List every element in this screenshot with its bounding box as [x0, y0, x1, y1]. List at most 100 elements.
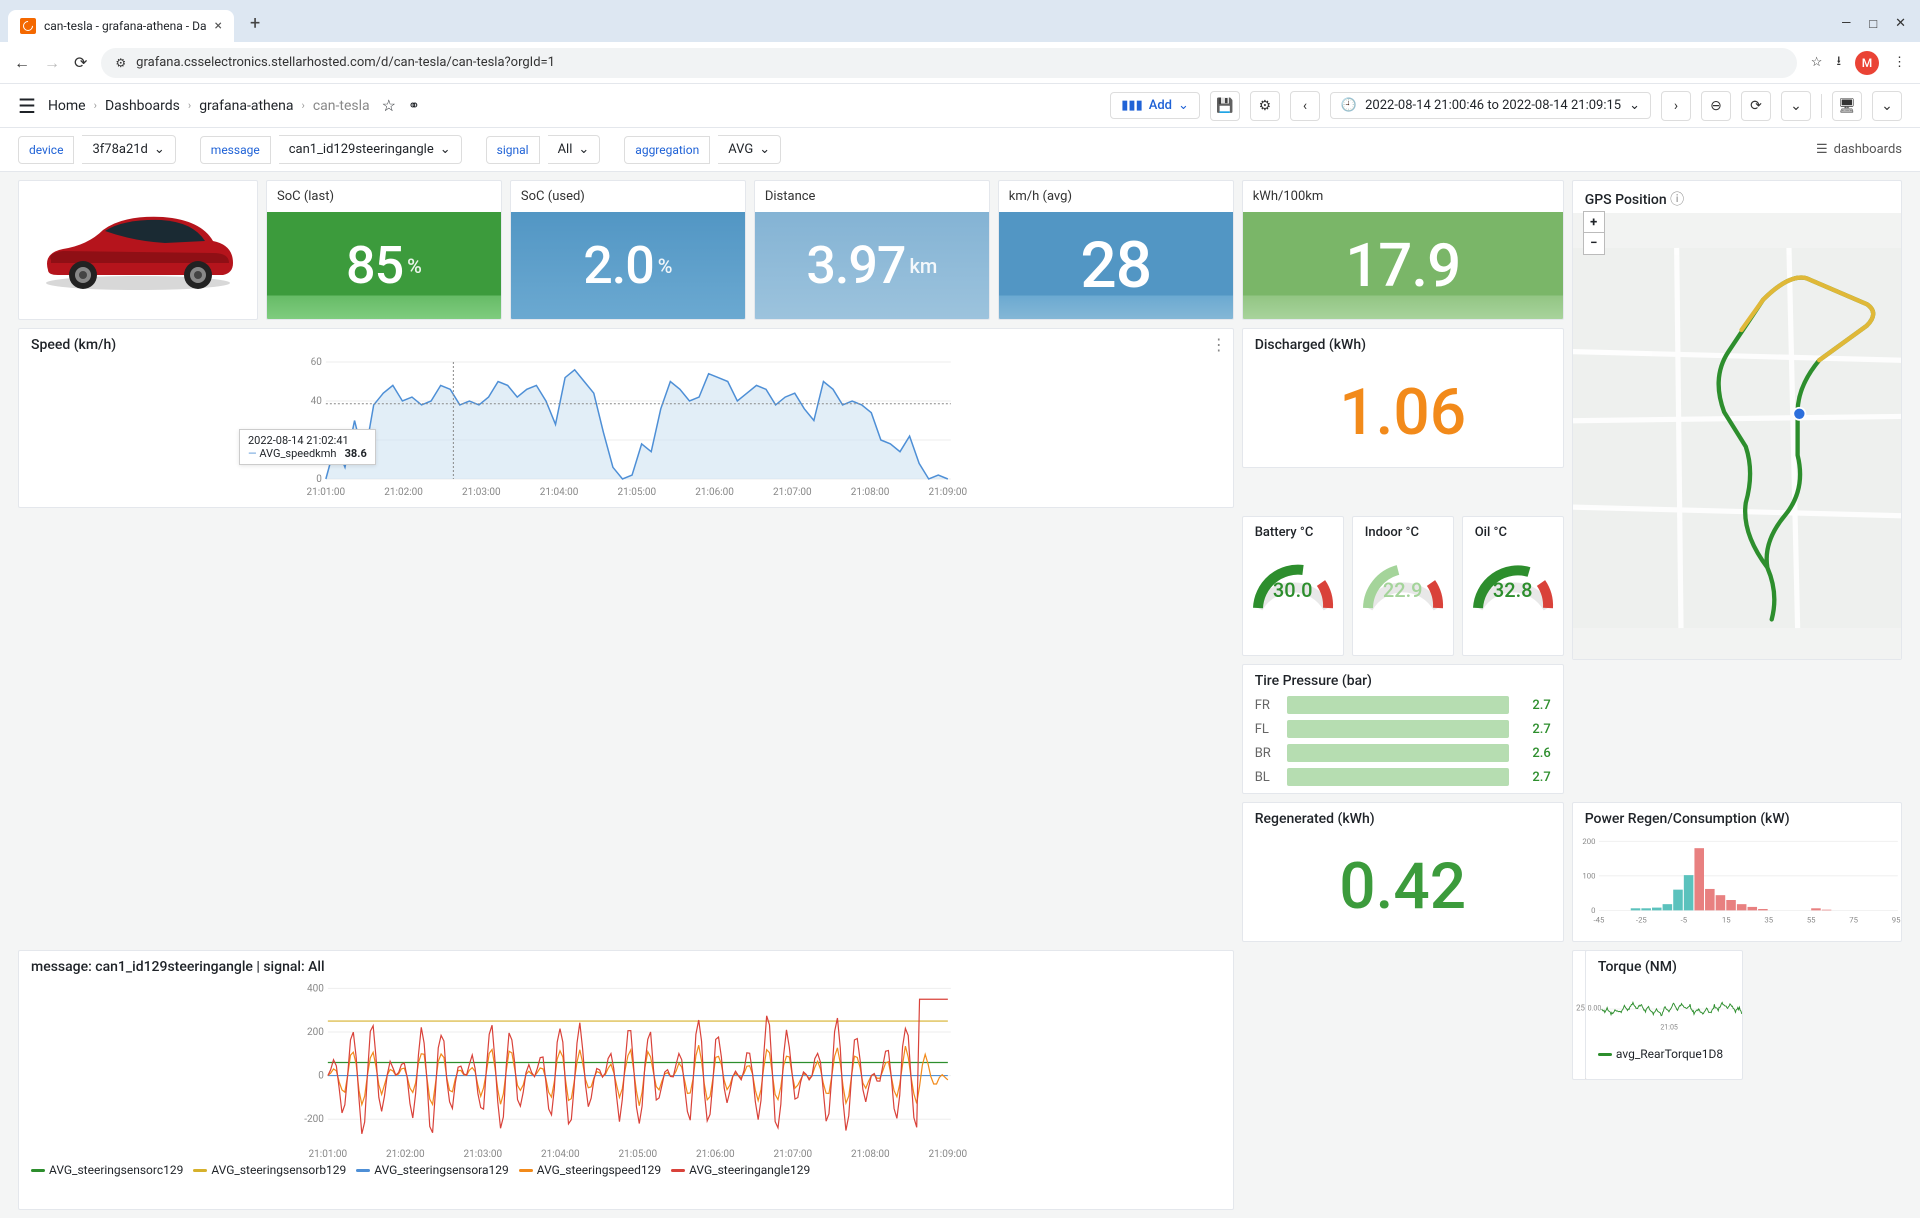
svg-text:21:04:00: 21:04:00: [541, 1149, 580, 1159]
car-image-panel: [18, 180, 258, 320]
kiosk-dropdown[interactable]: ⌄: [1872, 91, 1902, 121]
kmh-avg-panel[interactable]: km/h (avg) 28: [998, 180, 1234, 320]
time-back-icon[interactable]: ‹: [1290, 91, 1320, 121]
svg-text:21:06:00: 21:06:00: [695, 487, 734, 497]
dashboards-link[interactable]: ☰ dashboards: [1816, 142, 1902, 157]
profile-avatar[interactable]: M: [1855, 51, 1879, 75]
forward-icon[interactable]: →: [44, 53, 60, 73]
site-settings-icon[interactable]: ⚙: [115, 56, 126, 70]
chevron-down-icon: ⌄: [154, 142, 165, 157]
chart-tooltip: 2022-08-14 21:02:41 — AVG_speedkmh 38.6: [239, 429, 376, 465]
close-window-icon[interactable]: ✕: [1895, 16, 1906, 32]
info-icon[interactable]: ⓘ: [1670, 192, 1684, 208]
panel-title: SoC (last): [267, 181, 501, 212]
browser-tab[interactable]: can-tesla - grafana-athena - Da ×: [8, 10, 234, 42]
bc-dashboards[interactable]: Dashboards: [105, 98, 180, 114]
time-range-text: 2022-08-14 21:00:46 to 2022-08-14 21:09:…: [1365, 98, 1621, 113]
address-bar[interactable]: ⚙ grafana.csselectronics.stellarhosted.c…: [101, 48, 1796, 78]
power-histogram-panel[interactable]: Power Regen/Consumption (kW) 0100200-45-…: [1572, 802, 1902, 942]
reload-icon[interactable]: ⟳: [74, 53, 87, 73]
time-range-picker[interactable]: 🕘 2022-08-14 21:00:46 to 2022-08-14 21:0…: [1330, 92, 1651, 119]
svg-text:40: 40: [311, 396, 323, 407]
svg-text:21:01:00: 21:01:00: [307, 487, 346, 497]
var-agg-select[interactable]: AVG ⌄: [718, 135, 781, 164]
svg-text:21:05:00: 21:05:00: [619, 1149, 658, 1159]
legend-item[interactable]: AVG_steeringspeed129: [519, 1163, 661, 1177]
time-forward-icon[interactable]: ›: [1661, 91, 1691, 121]
svg-text:21:07:00: 21:07:00: [773, 487, 812, 497]
svg-text:-25: -25: [1636, 915, 1648, 924]
settings-button[interactable]: ⚙: [1250, 91, 1280, 121]
svg-text:0: 0: [1591, 906, 1595, 915]
torque-panel[interactable]: Torque (NM) 0.0021:05 avg_RearTorque1D8: [1585, 950, 1744, 1080]
svg-text:400: 400: [307, 983, 324, 994]
svg-text:-45: -45: [1593, 915, 1605, 924]
map-zoom-in[interactable]: +: [1583, 211, 1605, 233]
var-agg-label: aggregation: [624, 136, 710, 164]
gps-map-panel[interactable]: GPS Position ⓘ + −: [1572, 180, 1902, 660]
legend-item[interactable]: AVG_steeringsensora129: [356, 1163, 508, 1177]
svg-text:55: 55: [1807, 915, 1816, 924]
bookmark-icon[interactable]: ☆: [1811, 55, 1823, 70]
maximize-icon[interactable]: □: [1869, 16, 1877, 32]
kwh100km-panel[interactable]: kWh/100km 17.9: [1242, 180, 1564, 320]
browser-menu-icon[interactable]: ⋮: [1893, 55, 1906, 70]
nav-menu-icon[interactable]: ☰: [18, 94, 36, 118]
zoom-out-icon[interactable]: ⊖: [1701, 91, 1731, 121]
svg-text:25: 25: [1576, 1004, 1585, 1013]
svg-text:-200: -200: [304, 1114, 324, 1125]
share-icon[interactable]: ⚭: [408, 98, 420, 114]
var-message-label: message: [200, 136, 271, 164]
panel-menu-icon[interactable]: ⋮: [1211, 335, 1227, 354]
refresh-icon[interactable]: ⟳: [1741, 91, 1771, 121]
map-zoom-out[interactable]: −: [1583, 233, 1605, 255]
back-icon[interactable]: ←: [14, 53, 30, 73]
chevron-down-icon: ⌄: [759, 142, 770, 157]
star-icon[interactable]: ☆: [382, 96, 396, 115]
add-panel-button[interactable]: ▮▮▮ Add ⌄: [1110, 92, 1200, 119]
indoor-temp-panel[interactable]: Indoor °C 22.9: [1352, 516, 1454, 656]
legend-item[interactable]: AVG_steeringsensorc129: [31, 1163, 183, 1177]
soc-used-panel[interactable]: SoC (used) 2.0%: [510, 180, 746, 320]
svg-text:21:01:00: 21:01:00: [309, 1149, 348, 1159]
save-button[interactable]: 💾: [1210, 91, 1240, 121]
minimize-icon[interactable]: —: [1841, 16, 1851, 32]
tab-close-icon[interactable]: ×: [214, 18, 221, 34]
speed-chart-panel[interactable]: Speed (km/h) ⋮ 020406021:01:0021:02:0021…: [18, 328, 1234, 508]
var-message-select[interactable]: can1_id129steeringangle ⌄: [279, 135, 462, 164]
oil-temp-panel[interactable]: Oil °C 32.8: [1462, 516, 1564, 656]
svg-text:21:05: 21:05: [1660, 1022, 1678, 1031]
legend-item[interactable]: AVG_steeringsensorb129: [193, 1163, 346, 1177]
download-icon[interactable]: ⭳: [1836, 52, 1841, 74]
distance-panel[interactable]: Distance 3.97km: [754, 180, 990, 320]
svg-text:15: 15: [1722, 915, 1731, 924]
bc-folder[interactable]: grafana-athena: [199, 98, 293, 114]
chevron-down-icon: ⌄: [440, 142, 451, 157]
battery-temp-panel[interactable]: Battery °C 30.0: [1242, 516, 1344, 656]
soc-last-panel[interactable]: SoC (last) 85%: [266, 180, 502, 320]
var-signal-label: signal: [486, 136, 540, 164]
tire-pressure-panel[interactable]: Tire Pressure (bar) FR2.7FL2.7BR2.6BL2.7: [1242, 664, 1564, 794]
svg-text:21:02:00: 21:02:00: [386, 1149, 425, 1159]
svg-text:75: 75: [1849, 915, 1858, 924]
svg-text:21:09:00: 21:09:00: [929, 1149, 968, 1159]
steering-chart-panel[interactable]: message: can1_id129steeringangle | signa…: [18, 950, 1234, 1210]
new-tab-button[interactable]: +: [250, 13, 260, 34]
svg-text:200: 200: [307, 1027, 324, 1038]
svg-text:35: 35: [1764, 915, 1773, 924]
svg-text:21:06:00: 21:06:00: [696, 1149, 735, 1159]
var-device-select[interactable]: 3f78a21d ⌄: [82, 135, 175, 164]
refresh-dropdown[interactable]: ⌄: [1781, 91, 1811, 121]
legend-item[interactable]: AVG_steeringangle129: [671, 1163, 810, 1177]
regen-panel[interactable]: Regenerated (kWh) 0.42: [1242, 802, 1564, 942]
var-signal-select[interactable]: All ⌄: [548, 135, 601, 164]
clock-icon: 🕘: [1341, 98, 1357, 113]
bc-home[interactable]: Home: [48, 98, 86, 114]
svg-text:21:05:00: 21:05:00: [618, 487, 657, 497]
discharged-panel[interactable]: Discharged (kWh) 1.06: [1242, 328, 1564, 468]
svg-text:21:03:00: 21:03:00: [462, 487, 501, 497]
tire-bar-row: FL2.7: [1243, 717, 1563, 741]
kiosk-icon[interactable]: 🖥: [1832, 91, 1862, 121]
svg-text:21:08:00: 21:08:00: [851, 487, 890, 497]
tire-bar-row: BL2.7: [1243, 765, 1563, 789]
